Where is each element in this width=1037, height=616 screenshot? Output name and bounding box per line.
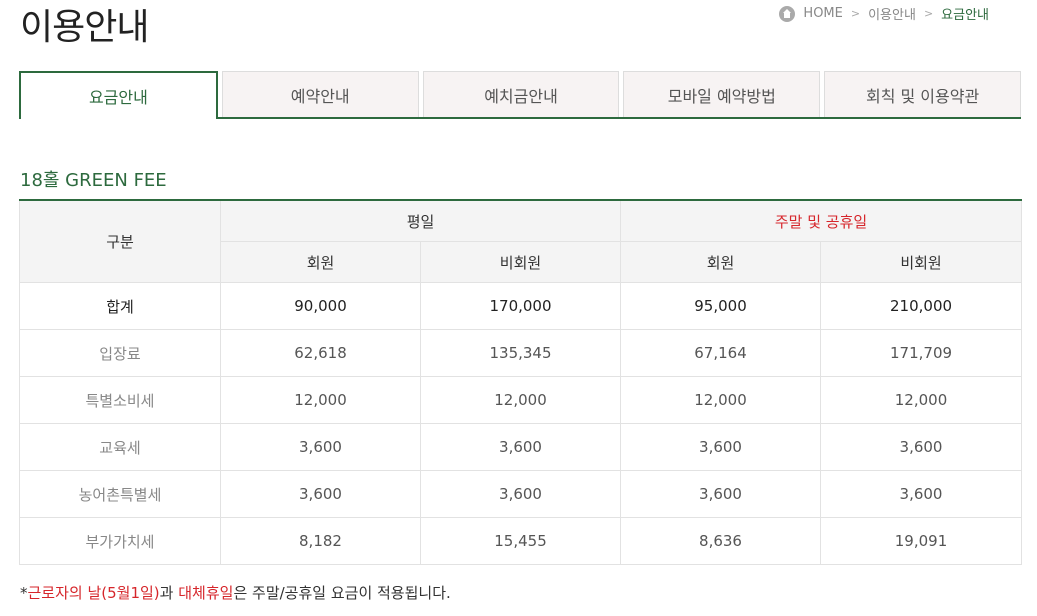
table-cell: 3,600 [620,470,822,518]
table-cell: 3,600 [220,470,421,518]
table-cell: 3,600 [820,470,1023,518]
table-cell: 135,345 [419,329,622,377]
home-icon[interactable] [779,5,796,22]
tab-reservation-info[interactable]: 예약안내 [221,71,419,117]
header-weekend: 주말 및 공휴일 [620,199,1023,242]
table-cell: 12,000 [820,376,1023,424]
table-cell: 8,636 [620,517,822,565]
header-weekend-non-member: 비회원 [820,241,1023,283]
row-label: 특별소비세 [19,376,221,424]
header-category: 구분 [19,199,221,283]
table-row: 합계 90,000 170,000 95,000 210,000 [19,282,1023,330]
breadcrumb: HOME > 이용안내 > 요금안내 [779,4,989,23]
tab-bar: 요금안내 예약안내 예치금안내 모바일 예약방법 회칙 및 이용약관 [19,71,1021,119]
breadcrumb-item[interactable]: 이용안내 [868,4,916,23]
tab-mobile-reservation[interactable]: 모바일 예약방법 [623,71,821,117]
table-cell: 12,000 [620,376,822,424]
table-cell: 8,182 [220,517,421,565]
table-cell: 12,000 [220,376,421,424]
table-row: 부가가치세 8,182 15,455 8,636 19,091 [19,517,1023,565]
table-cell: 62,618 [220,329,421,377]
note-and: 과 [159,584,179,602]
table-cell: 3,600 [419,423,622,471]
table-cell: 210,000 [820,282,1023,330]
table-row: 입장료 62,618 135,345 67,164 171,709 [19,329,1023,377]
table-cell: 170,000 [419,282,622,330]
holiday-note: *근로자의 날(5월1일)과 대체휴일은 주말/공휴일 요금이 적용됩니다. [20,582,451,603]
row-label: 교육세 [19,423,221,471]
table-row: 교육세 3,600 3,600 3,600 3,600 [19,423,1023,471]
breadcrumb-separator: > [923,7,934,20]
table-cell: 3,600 [220,423,421,471]
row-label: 부가가치세 [19,517,221,565]
header-weekday-non-member: 비회원 [419,241,622,283]
header-weekend-member: 회원 [620,241,822,283]
page-title: 이용안내 [20,7,149,48]
row-label: 농어촌특별세 [19,470,221,518]
table-cell: 67,164 [620,329,822,377]
green-fee-table: 구분 평일 주말 및 공휴일 회원 비회원 회원 비회원 합계 90,000 1… [19,199,1023,565]
tab-rules-terms[interactable]: 회칙 및 이용약관 [824,71,1021,117]
note-substitute-holiday: 대체휴일 [178,584,234,602]
tab-fee-info[interactable]: 요금안내 [19,71,218,119]
table-cell: 3,600 [620,423,822,471]
table-cell: 90,000 [220,282,421,330]
header-weekday-member: 회원 [220,241,421,283]
row-label: 입장료 [19,329,221,377]
table-cell: 12,000 [419,376,622,424]
note-rest: 은 주말/공휴일 요금이 적용됩니다. [233,584,451,602]
section-title: 18홀 GREEN FEE [20,170,167,191]
tab-deposit-info[interactable]: 예치금안내 [422,71,620,117]
header-weekday: 평일 [219,199,622,242]
table-row: 특별소비세 12,000 12,000 12,000 12,000 [19,376,1023,424]
breadcrumb-current: 요금안내 [941,8,989,23]
table-cell: 171,709 [820,329,1023,377]
note-labor-day: 근로자의 날(5월1일) [27,584,160,602]
table-cell: 15,455 [419,517,622,565]
note-asterisk: * [20,584,28,602]
row-label: 합계 [19,282,221,330]
table-row: 농어촌특별세 3,600 3,600 3,600 3,600 [19,470,1023,518]
table-cell: 19,091 [820,517,1023,565]
table-cell: 3,600 [820,423,1023,471]
table-cell: 95,000 [620,282,822,330]
breadcrumb-home[interactable]: HOME [803,6,842,21]
table-cell: 3,600 [419,470,622,518]
breadcrumb-separator: > [850,7,861,20]
